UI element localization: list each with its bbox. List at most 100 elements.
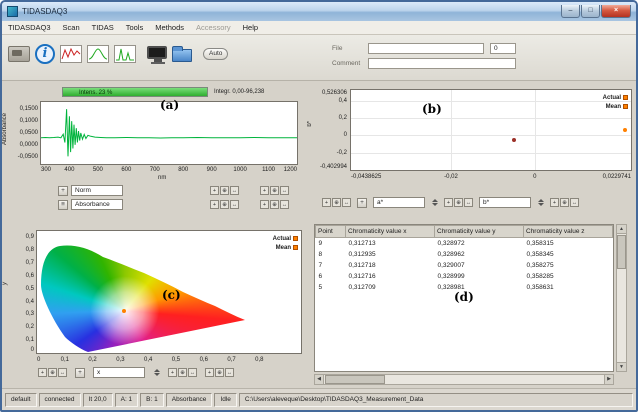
maximize-button[interactable]: □: [581, 5, 600, 18]
b-axis-field[interactable]: b*: [479, 197, 531, 208]
x-tick-label: 0,2: [88, 357, 97, 363]
pan-tool-icon[interactable]: ↔: [570, 198, 579, 207]
zoom-tool-icon[interactable]: ⊕: [48, 368, 57, 377]
zoom-tool-icon[interactable]: ⊕: [332, 198, 341, 207]
menu-methods[interactable]: Methods: [149, 23, 190, 32]
pan-tool-icon[interactable]: ↔: [58, 368, 67, 377]
pan-tool-icon[interactable]: ↔: [280, 186, 289, 195]
zoom-tool-icon[interactable]: ⊕: [220, 200, 229, 209]
column-header-z[interactable]: Chromaticity value z: [523, 225, 613, 238]
crosshair-tool-icon[interactable]: +: [205, 368, 214, 377]
menu-tools[interactable]: Tools: [120, 23, 150, 32]
lab-scatter-plot[interactable]: Actual Mean: [350, 89, 632, 171]
display-mode-field[interactable]: Absorbance: [71, 199, 123, 210]
x-tick-label: 700: [149, 167, 160, 173]
zoom-tool-icon[interactable]: ⊕: [270, 200, 279, 209]
status-integration-time: It 20,0: [82, 392, 113, 407]
x-axis-lock-button[interactable]: +: [75, 367, 85, 378]
crosshair-tool-icon[interactable]: +: [210, 200, 219, 209]
status-accumulation-b: B: 1: [140, 392, 164, 407]
minimize-button[interactable]: –: [561, 5, 580, 18]
mode-lock-button[interactable]: ≡: [58, 199, 68, 210]
column-header-point[interactable]: Point: [315, 225, 346, 238]
horizontal-scroll-thumb[interactable]: [325, 375, 385, 384]
chromaticity-y-axis-title: y: [2, 282, 8, 285]
x-axis-field[interactable]: x: [93, 367, 145, 378]
menu-scan[interactable]: Scan: [57, 23, 86, 32]
pan-tool-icon[interactable]: ↔: [225, 368, 234, 377]
menu-accessory: Accessory: [196, 23, 231, 32]
scroll-up-icon[interactable]: ▲: [617, 225, 626, 234]
crosshair-tool-icon[interactable]: +: [322, 198, 331, 207]
norm-lock-button[interactable]: +: [58, 185, 68, 196]
b-axis-spinner[interactable]: [538, 199, 544, 206]
file-counter[interactable]: 0: [490, 43, 516, 54]
file-input[interactable]: [368, 43, 484, 54]
titlebar[interactable]: TIDASDAQ3 – □ ×: [2, 2, 636, 21]
pan-tool-icon[interactable]: ↔: [342, 198, 351, 207]
spectrum-chart-icon[interactable]: [60, 45, 82, 63]
crosshair-tool-icon[interactable]: +: [260, 186, 269, 195]
crosshair-tool-icon[interactable]: +: [444, 198, 453, 207]
table-cell: 8: [318, 250, 323, 258]
info-icon[interactable]: i: [35, 44, 55, 64]
vertical-scrollbar[interactable]: ▲ ▼: [616, 224, 627, 372]
kinetics-chart-icon[interactable]: [87, 45, 109, 63]
zoom-tool-icon[interactable]: ⊕: [178, 368, 187, 377]
pan-tool-icon[interactable]: ↔: [230, 200, 239, 209]
pan-tool-icon[interactable]: ↔: [464, 198, 473, 207]
data-point-actual: [622, 128, 627, 133]
chromaticity-panel: y 0 0,1 0,2 0,3 0,4 0,5 0,6 0,7 0,8 0,9 Actual Me…: [2, 220, 310, 388]
a-axis-spinner[interactable]: [432, 199, 438, 206]
peaks-chart-icon[interactable]: [114, 45, 136, 63]
table-cell: 6: [318, 272, 323, 280]
x-axis-spinner[interactable]: [154, 369, 160, 376]
menu-tidasdaq3[interactable]: TIDASDAQ3: [2, 23, 57, 32]
auto-button[interactable]: Auto: [203, 48, 229, 60]
menu-tidas[interactable]: TIDAS: [86, 23, 120, 32]
horizontal-scrollbar[interactable]: ◀ ▶: [314, 374, 614, 385]
scroll-left-icon[interactable]: ◀: [315, 375, 324, 384]
crosshair-tool-icon[interactable]: +: [550, 198, 559, 207]
table-row[interactable]: 7 0,312718 0,329007 0,358275: [316, 260, 613, 271]
menu-help[interactable]: Help: [237, 23, 264, 32]
table-cell: 0,358631: [526, 283, 554, 291]
close-button[interactable]: ×: [601, 5, 631, 18]
crosshair-tool-icon[interactable]: +: [168, 368, 177, 377]
crosshair-tool-icon[interactable]: +: [210, 186, 219, 195]
column-header-y[interactable]: Chromaticity value y: [434, 225, 524, 238]
folder-icon[interactable]: [172, 46, 192, 62]
toolbar: i Auto File 0 Comment: [2, 35, 636, 81]
lab-scatter-panel: b* 0,526306 0,4 0,2 0 -0,2 -0,402994 Actual M…: [307, 81, 636, 220]
norm-field[interactable]: Norm: [71, 185, 123, 196]
column-header-x[interactable]: Chromaticity value x: [345, 225, 435, 238]
table-row[interactable]: 9 0,312713 0,328972 0,358315: [316, 238, 613, 249]
table-row[interactable]: 6 0,312716 0,328999 0,358285: [316, 271, 613, 282]
table-row[interactable]: 8 0,312935 0,328962 0,358345: [316, 249, 613, 260]
pan-tool-icon[interactable]: ↔: [188, 368, 197, 377]
data-point-actual: [121, 308, 126, 313]
zoom-tool-icon[interactable]: ⊕: [215, 368, 224, 377]
x-tick-label: 500: [92, 167, 103, 173]
pan-tool-icon[interactable]: ↔: [230, 186, 239, 195]
zoom-tool-icon[interactable]: ⊕: [454, 198, 463, 207]
crosshair-tool-icon[interactable]: +: [260, 200, 269, 209]
scroll-right-icon[interactable]: ▶: [604, 375, 613, 384]
device-icon[interactable]: [8, 46, 30, 62]
zoom-tool-icon[interactable]: ⊕: [270, 186, 279, 195]
legend-actual-label: Actual: [272, 235, 291, 242]
vertical-scroll-thumb[interactable]: [617, 235, 626, 269]
y-tick-label: 0,1000: [19, 118, 38, 125]
a-axis-field[interactable]: a*: [373, 197, 425, 208]
zoom-tool-icon[interactable]: ⊕: [560, 198, 569, 207]
a-axis-lock-button[interactable]: +: [357, 197, 367, 208]
zoom-tool-icon[interactable]: ⊕: [220, 186, 229, 195]
table-cell: 9: [318, 239, 323, 247]
scroll-down-icon[interactable]: ▼: [617, 362, 626, 371]
x-tick-label: 0,1: [60, 357, 69, 363]
crosshair-tool-icon[interactable]: +: [38, 368, 47, 377]
comment-input[interactable]: [368, 58, 516, 69]
table-cell: 0,312713: [348, 239, 376, 247]
monitor-icon[interactable]: [147, 45, 167, 64]
pan-tool-icon[interactable]: ↔: [280, 200, 289, 209]
